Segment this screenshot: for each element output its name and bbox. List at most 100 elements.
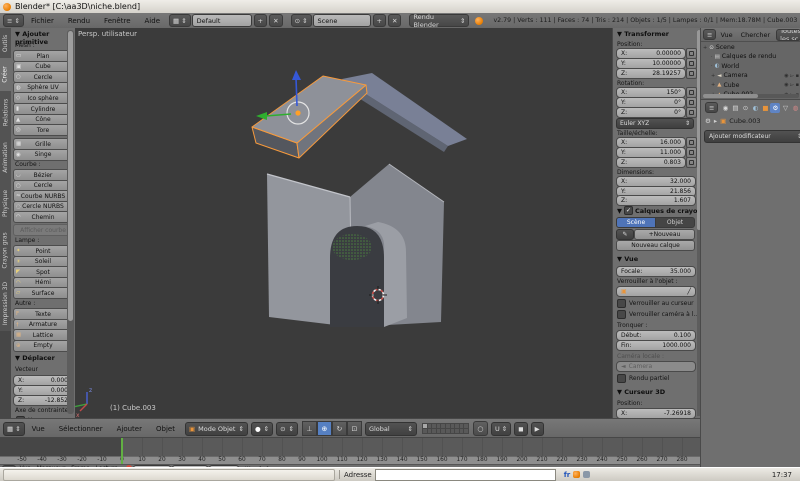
screen-layout-field[interactable]: Default bbox=[192, 14, 252, 27]
menu-item[interactable]: Aide bbox=[138, 17, 167, 25]
add-lamp-button[interactable]: ▱Surface bbox=[13, 287, 73, 299]
layer-cell[interactable] bbox=[463, 428, 469, 434]
gpencil-panel-header[interactable]: ▼✓ Calques de crayon gr bbox=[617, 206, 701, 215]
move-panel-header[interactable]: ▼ Déplacer bbox=[15, 354, 55, 362]
lock-camera-row[interactable]: Verrouiller caméra à l... bbox=[617, 310, 699, 319]
render-layers-icon[interactable]: ▤ bbox=[730, 103, 740, 113]
dimension-field[interactable]: Z:1.607 bbox=[616, 195, 696, 206]
outliner-row[interactable]: + ⊙ Scene ◉ ▻ ▪ bbox=[701, 43, 800, 52]
expand-icon[interactable]: + bbox=[703, 45, 707, 51]
expand-icon[interactable]: + bbox=[711, 73, 715, 79]
timeline-grid-area[interactable] bbox=[0, 438, 700, 456]
scene-icon[interactable]: ⊙ bbox=[740, 103, 750, 113]
layout-add-button[interactable]: + bbox=[254, 14, 267, 27]
lock-cursor-row[interactable]: Verrouiller au curseur bbox=[617, 299, 694, 308]
add-curve-button[interactable]: ◠Chemin bbox=[13, 211, 73, 223]
viewport-menu-item[interactable]: Vue bbox=[25, 425, 52, 433]
tray-icon[interactable] bbox=[583, 471, 590, 478]
language-indicator[interactable]: fr bbox=[564, 471, 571, 479]
world-icon[interactable]: ◐ bbox=[750, 103, 760, 113]
gpencil-new-button[interactable]: + Nouveau bbox=[634, 229, 695, 240]
render-icon[interactable]: ◉ bbox=[720, 103, 730, 113]
gpencil-tab-object[interactable]: Objet bbox=[655, 217, 695, 228]
render-opengl-anim-icon[interactable]: ▶ bbox=[531, 422, 544, 436]
scene-add-button[interactable]: + bbox=[373, 14, 386, 27]
taskbar-window-button[interactable] bbox=[3, 469, 335, 481]
address-input[interactable] bbox=[375, 469, 556, 481]
outliner-menu-item[interactable]: Chercher bbox=[737, 31, 775, 39]
scene-close-button[interactable]: ✕ bbox=[388, 14, 401, 27]
viewport-canvas[interactable]: z y x bbox=[75, 28, 612, 418]
add-mesh-button[interactable]: ◉Singe bbox=[13, 149, 73, 161]
outliner-row[interactable]: · ◐ World ◉ ▻ ▪ bbox=[701, 62, 800, 71]
lock-object-field[interactable]: ▣╱ bbox=[616, 286, 696, 297]
layer-grid[interactable] bbox=[422, 423, 469, 434]
gpencil-pencil-icon[interactable]: ✎ bbox=[616, 229, 634, 240]
menu-item[interactable]: Fichier bbox=[24, 17, 61, 25]
vector-field[interactable]: Z:-12.852 bbox=[13, 395, 73, 406]
gpencil-tab-scene[interactable]: Scène bbox=[616, 217, 656, 228]
menu-item[interactable]: Fenêtre bbox=[97, 17, 137, 25]
scale-field[interactable]: Z:0.803 bbox=[616, 157, 686, 168]
expand-icon[interactable]: · bbox=[711, 54, 713, 60]
lock-icon[interactable] bbox=[686, 107, 697, 118]
lock-icon[interactable] bbox=[686, 157, 697, 168]
add-mesh-button[interactable]: ◎Tore bbox=[13, 124, 73, 136]
snap-magnet-icon[interactable]: U ⇕ bbox=[491, 422, 511, 436]
local-camera-field[interactable]: ◄Camera bbox=[616, 361, 696, 372]
manipulator-axes-icon[interactable]: ⊥ bbox=[302, 421, 317, 436]
cursor-x-field[interactable]: X:-7.26918 bbox=[616, 408, 696, 418]
editor-type-properties-icon[interactable]: ≡ bbox=[705, 102, 718, 113]
material-icon[interactable]: ◍ bbox=[790, 103, 800, 113]
object-icon[interactable]: ■ bbox=[760, 103, 770, 113]
transform-panel-header[interactable]: ▼ Transformer bbox=[617, 30, 669, 38]
roof-slab-selected[interactable] bbox=[252, 76, 367, 158]
focal-length-field[interactable]: Focale:35.000 bbox=[616, 266, 696, 277]
editor-type-outliner-icon[interactable]: ≡ bbox=[703, 29, 716, 40]
screen-layout-icon[interactable]: ▦ ⇕ bbox=[169, 14, 191, 27]
expand-icon[interactable]: · bbox=[711, 63, 713, 69]
gpencil-checkbox[interactable]: ✓ bbox=[624, 206, 633, 215]
pivot-select[interactable]: ⊙⇕ bbox=[276, 422, 298, 436]
manipulator-rotate-icon[interactable]: ↻ bbox=[332, 421, 347, 436]
shading-select[interactable]: ●⇕ bbox=[251, 422, 273, 436]
viewport-menu-item[interactable]: Objet bbox=[149, 425, 182, 433]
manipulator-z-arrow[interactable] bbox=[292, 70, 301, 80]
viewport-3d[interactable]: Persp. utilisateur (1) Cube.003 bbox=[75, 28, 612, 418]
breadcrumb-object-name[interactable]: Cube.003 bbox=[729, 117, 760, 125]
outliner-row[interactable]: + ◄ Camera ◉ ▻ ▪ bbox=[701, 71, 800, 80]
editor-type-info-icon[interactable]: ≡ ⇕ bbox=[3, 14, 24, 27]
scene-field[interactable]: Scene bbox=[313, 14, 371, 27]
layout-close-button[interactable]: ✕ bbox=[269, 14, 282, 27]
rotation-field[interactable]: Z:0° bbox=[616, 107, 686, 118]
current-frame-marker[interactable] bbox=[121, 438, 123, 464]
orientation-select[interactable]: Global⇕ bbox=[365, 422, 417, 436]
viewport-menu-item[interactable]: Sélectionner bbox=[52, 425, 110, 433]
show-curve-toggle[interactable]: Afficher courbe bbox=[13, 224, 73, 236]
render-opengl-image-icon[interactable]: ◼ bbox=[514, 422, 527, 436]
scene-browse-icon[interactable]: ⊙ ⇕ bbox=[291, 14, 312, 27]
outliner-menu-item[interactable]: Vue bbox=[716, 31, 736, 39]
new-layer-button[interactable]: Nouveau calque bbox=[616, 240, 695, 251]
manipulator-translate-icon[interactable]: ⊕ bbox=[317, 421, 332, 436]
toolshelf-tab[interactable]: Créer bbox=[0, 58, 11, 92]
add-modifier-select[interactable]: Ajouter modificateur⇕ bbox=[704, 130, 800, 143]
add-other-button[interactable]: ⊕Empty bbox=[13, 340, 73, 352]
modifiers-wrench-icon[interactable]: ⚙ bbox=[770, 103, 780, 113]
render-engine-select[interactable]: Rendu Blender⇕ bbox=[409, 14, 469, 27]
expand-icon[interactable]: + bbox=[711, 82, 715, 88]
clip-end-field[interactable]: Fin:1000.000 bbox=[616, 340, 696, 351]
view-panel-header[interactable]: ▼ Vue bbox=[617, 255, 638, 263]
outliner-row[interactable]: + ▲ Cube ◉ ▻ ▪ bbox=[701, 81, 800, 90]
tray-blender-icon[interactable] bbox=[573, 471, 580, 478]
outliner-hscrollbar[interactable] bbox=[703, 94, 799, 98]
menu-item[interactable]: Rendu bbox=[61, 17, 97, 25]
object-data-icon[interactable]: ▽ bbox=[780, 103, 790, 113]
timeline[interactable]: -50-40-30-20-100102030405060708090100110… bbox=[0, 437, 700, 468]
manipulator-x-arrow[interactable] bbox=[256, 112, 267, 120]
eyedropper-icon[interactable]: ╱ bbox=[687, 288, 691, 295]
rotation-mode-select[interactable]: Euler XYZ⇕ bbox=[616, 118, 694, 129]
visibility-toggles[interactable]: ◉ ▻ ▪ bbox=[784, 73, 800, 79]
lock-layers-icon[interactable]: ○ bbox=[473, 421, 488, 436]
outliner-row[interactable]: · ▤ Calques de rendu ◉ ▻ ▪ bbox=[701, 52, 800, 61]
